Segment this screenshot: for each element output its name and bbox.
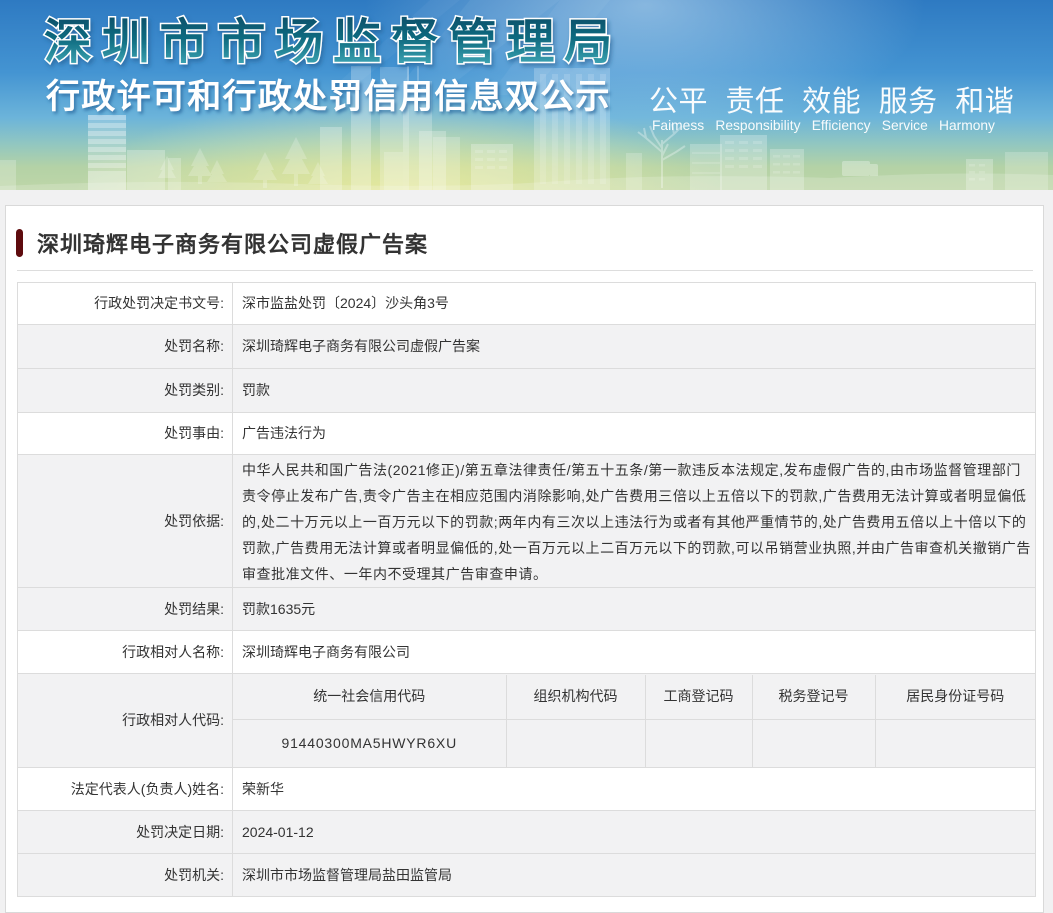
svg-text:深圳市市场监督管理局: 深圳市市场监督管理局 — [44, 16, 622, 69]
svg-text:公平 责任 效能 服务 和谐: 公平 责任 效能 服务 和谐 — [649, 85, 1014, 118]
svg-text:Faimess Responsibility Efficie: Faimess Responsibility Efficiency Servic… — [652, 118, 995, 133]
svg-text:行政许可和行政处罚信用信息双公示: 行政许可和行政处罚信用信息双公示 — [46, 77, 611, 116]
